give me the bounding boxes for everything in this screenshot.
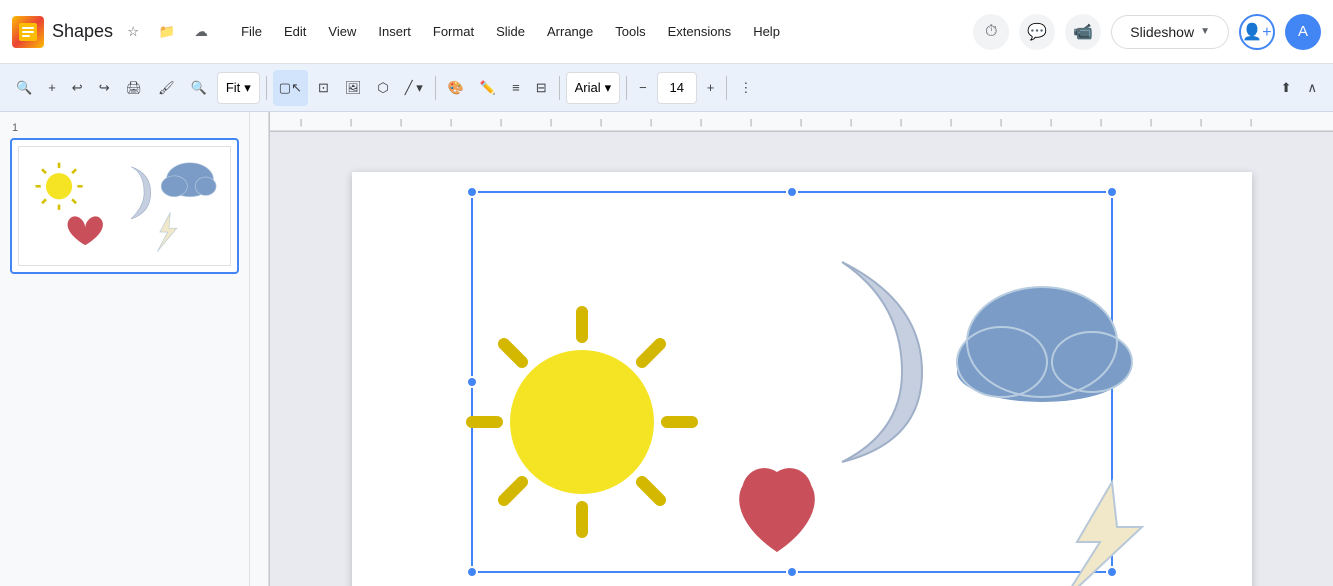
menu-format[interactable]: Format (423, 20, 484, 43)
menu-view[interactable]: View (318, 20, 366, 43)
ruler-horizontal: | | | | | | | | | | | | | | | | | | | | (250, 112, 1333, 132)
separator-4 (626, 76, 627, 100)
svg-text:|: | (1200, 118, 1202, 127)
font-increase-button[interactable]: + (701, 70, 721, 106)
paint-format-button[interactable]: 🖌 (152, 70, 181, 106)
svg-text:|: | (300, 118, 302, 127)
undo-button[interactable]: ↩ (66, 70, 89, 106)
separator-2 (435, 76, 436, 100)
font-select[interactable]: Arial ▾ (566, 72, 621, 104)
arrow-select-button[interactable]: ⬆ (1275, 70, 1298, 106)
svg-text:|: | (700, 118, 702, 127)
zoom-label: Fit (226, 80, 240, 95)
svg-text:|: | (850, 118, 852, 127)
search-button[interactable]: 🔍 (10, 70, 38, 106)
text-box-tool[interactable]: ⊡ (312, 70, 335, 106)
line-style-button[interactable]: ⊟ (530, 70, 553, 106)
video-button[interactable]: 📹 (1065, 14, 1101, 50)
font-caret: ▾ (605, 80, 612, 96)
font-label: Arial (575, 80, 601, 95)
slide-canvas[interactable] (352, 172, 1252, 586)
svg-text:|: | (1150, 118, 1152, 127)
menu-file[interactable]: File (231, 20, 272, 43)
add-person-button[interactable]: 👤+ (1239, 14, 1275, 50)
menu-help[interactable]: Help (743, 20, 790, 43)
zoom-select[interactable]: Fit ▾ (217, 72, 260, 104)
app-name: Shapes (52, 21, 113, 42)
svg-text:|: | (1250, 118, 1252, 127)
slide-number: 1 (10, 122, 239, 134)
svg-text:|: | (550, 118, 552, 127)
svg-text:|: | (650, 118, 652, 127)
comment-button[interactable]: 💬 (1019, 14, 1055, 50)
cloud-button[interactable]: ☁ (187, 18, 215, 46)
svg-text:|: | (1000, 118, 1002, 127)
menu-insert[interactable]: Insert (368, 20, 421, 43)
zoom-add-button[interactable]: + (42, 70, 62, 106)
svg-text:|: | (800, 118, 802, 127)
separator-5 (726, 76, 727, 100)
slide-thumbnail[interactable] (10, 138, 239, 274)
history-button[interactable]: ⏱ (973, 14, 1009, 50)
slideshow-label: Slideshow (1130, 24, 1194, 40)
slide-content-area (352, 152, 1252, 586)
star-button[interactable]: ☆ (119, 18, 147, 46)
svg-text:|: | (350, 118, 352, 127)
slideshow-button[interactable]: Slideshow ▼ (1111, 15, 1229, 49)
separator-1 (266, 76, 267, 100)
svg-text:|: | (1050, 118, 1052, 127)
top-right-controls: ⏱ 💬 📹 Slideshow ▼ 👤+ A (973, 14, 1321, 50)
svg-text:|: | (750, 118, 752, 127)
collapse-button[interactable]: ∧ (1301, 70, 1323, 106)
menu-extensions[interactable]: Extensions (658, 20, 742, 43)
redo-button[interactable]: ↪ (93, 70, 116, 106)
shapes-tool[interactable]: ⬡ (371, 70, 394, 106)
zoom-caret: ▾ (244, 80, 251, 96)
line-tool[interactable]: ╱ ▾ (399, 70, 429, 106)
font-decrease-button[interactable]: − (633, 70, 653, 106)
menu-arrange[interactable]: Arrange (537, 20, 603, 43)
svg-text:|: | (450, 118, 452, 127)
line-color-button[interactable]: ✏️ (474, 70, 502, 106)
menu-tools[interactable]: Tools (605, 20, 655, 43)
svg-text:|: | (950, 118, 952, 127)
main-area: 1 (0, 112, 1333, 586)
toolbar: 🔍 + ↩ ↪ 🖨 🖌 🔍 Fit ▾ ▢↖ ⊡ 🖼 ⬡ ╱ ▾ 🎨 ✏️ ≡ … (0, 64, 1333, 112)
image-tool[interactable]: 🖼 (339, 70, 368, 106)
select-tool[interactable]: ▢↖ (273, 70, 308, 106)
more-options-button[interactable]: ⋮ (733, 70, 758, 106)
menu-slide[interactable]: Slide (486, 20, 535, 43)
top-bar: Shapes ☆ 📁 ☁ File Edit View Insert Forma… (0, 0, 1333, 64)
menu-edit[interactable]: Edit (274, 20, 316, 43)
folder-button[interactable]: 📁 (153, 18, 181, 46)
zoom-percent-button[interactable]: 🔍 (185, 70, 213, 106)
svg-text:|: | (500, 118, 502, 127)
app-title-area: Shapes ☆ 📁 ☁ (52, 18, 215, 46)
slide-thumb-inner (18, 146, 231, 266)
fill-color-button[interactable]: 🎨 (442, 70, 470, 106)
align-button[interactable]: ≡ (506, 70, 526, 106)
user-avatar[interactable]: A (1285, 14, 1321, 50)
svg-text:|: | (1100, 118, 1102, 127)
separator-3 (559, 76, 560, 100)
svg-text:|: | (900, 118, 902, 127)
slideshow-caret: ▼ (1200, 26, 1210, 37)
svg-text:|: | (600, 118, 602, 127)
slides-sidebar: 1 (0, 112, 250, 586)
canvas-area[interactable]: | | | | | | | | | | | | | | | | | | | | (250, 112, 1333, 586)
font-size-box[interactable]: 14 (657, 72, 697, 104)
menu-bar: File Edit View Insert Format Slide Arran… (231, 20, 790, 43)
app-logo (12, 16, 44, 48)
svg-text:|: | (400, 118, 402, 127)
print-button[interactable]: 🖨 (120, 70, 149, 106)
ruler-vertical (250, 112, 270, 586)
